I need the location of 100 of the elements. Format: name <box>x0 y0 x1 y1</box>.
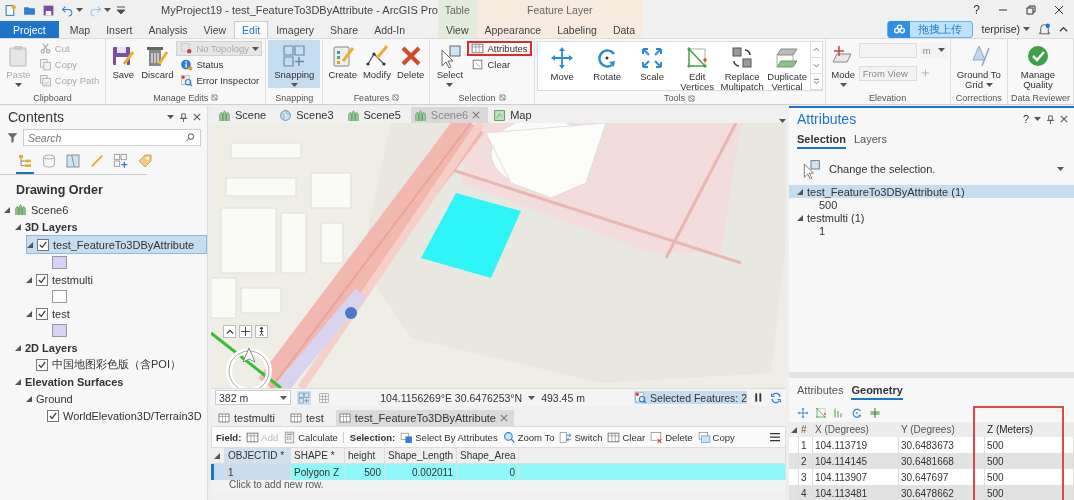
ribbon-button[interactable]: Rotate <box>584 42 630 90</box>
ribbon-tab[interactable]: Analysis <box>140 21 196 38</box>
feature-item[interactable]: 1 <box>819 224 826 237</box>
toolbar-button[interactable]: Calculate <box>283 430 338 444</box>
ribbon-tab[interactable]: Insert <box>98 21 141 38</box>
table-tab[interactable]: test <box>286 410 330 426</box>
layer-checkbox[interactable] <box>47 409 59 422</box>
layer-group-item[interactable]: 3D Layers <box>15 218 207 235</box>
ribbon-button[interactable]: Status <box>176 57 264 72</box>
table-tab[interactable]: testmulti <box>215 410 281 426</box>
ribbon-button[interactable]: Select <box>432 40 468 88</box>
ribbon-tab[interactable]: Data <box>604 21 644 38</box>
account-dropdown[interactable]: terprise) <box>981 23 1030 35</box>
document-tab[interactable]: Scene3 <box>276 107 342 123</box>
document-tab[interactable]: Scene <box>215 107 275 123</box>
ribbon-button[interactable]: Scale <box>629 42 675 90</box>
layer-item[interactable]: 中国地图彩色版（含POI） <box>26 356 207 373</box>
toolbar-button[interactable]: Clear <box>607 430 646 444</box>
ribbon-button[interactable]: Ground To Grid <box>952 40 1005 88</box>
ribbon-button[interactable]: Discard <box>138 40 177 88</box>
layer-group-item[interactable]: Elevation Surfaces <box>15 373 207 390</box>
refresh-button[interactable] <box>770 391 782 404</box>
ribbon-button[interactable]: Modify <box>359 40 394 88</box>
row-selector[interactable] <box>211 464 225 480</box>
ribbon-tab[interactable]: Map <box>61 21 99 38</box>
full-extent-button[interactable] <box>239 325 252 338</box>
close-button[interactable] <box>1054 5 1064 15</box>
ribbon-button[interactable]: Attributes <box>467 41 532 56</box>
column-header[interactable]: Y (Degrees) <box>899 422 985 437</box>
document-tab[interactable]: Map <box>490 107 540 123</box>
ribbon-button[interactable]: Create <box>325 40 360 88</box>
search-field[interactable]: Search <box>23 129 201 146</box>
layer-item[interactable]: Ground <box>26 390 207 407</box>
close-pane-button[interactable] <box>1060 115 1068 123</box>
ribbon-button[interactable]: Snapping <box>268 40 321 88</box>
table-tab[interactable]: test_FeatureTo3DByAttribute <box>335 410 514 426</box>
ribbon-button[interactable]: Duplicate Vertical <box>764 42 810 90</box>
ribbon-button[interactable]: Error Inspector <box>176 73 264 88</box>
toolbar-button[interactable]: Select By Attributes <box>400 430 498 444</box>
layer-checkbox[interactable] <box>36 358 48 371</box>
document-tab[interactable]: Scene5 <box>343 107 409 123</box>
pane-tab[interactable]: Layers <box>853 133 887 149</box>
ribbon-tab[interactable]: Imagery <box>268 21 323 38</box>
pane-tab[interactable]: Attributes <box>797 384 844 400</box>
layer-checkbox[interactable] <box>37 238 49 251</box>
ribbon-button[interactable]: Move <box>539 42 585 90</box>
scale-dropdown[interactable]: 382 m <box>215 390 291 405</box>
view-toggle-button[interactable] <box>16 152 34 174</box>
ribbon-button[interactable]: Manage Quality <box>1010 40 1066 88</box>
geometry-tool-button[interactable] <box>833 407 845 419</box>
restore-button[interactable] <box>1026 5 1036 15</box>
column-header[interactable]: OBJECTID * <box>225 448 291 464</box>
layer-item[interactable]: Scene6 <box>4 201 207 218</box>
geometry-tool-button[interactable] <box>797 407 809 419</box>
menu-button[interactable] <box>769 431 781 443</box>
ribbon-button[interactable]: Edit Vertices <box>674 42 720 90</box>
layer-item[interactable]: test <box>26 305 207 322</box>
geometry-tool-button[interactable] <box>815 407 827 419</box>
layer-checkbox[interactable] <box>36 273 48 286</box>
grid-toggle[interactable] <box>317 390 331 405</box>
layer-item[interactable]: test_FeatureTo3DByAttribute (1) <box>789 185 1074 198</box>
column-header[interactable]: X (Degrees) <box>813 422 899 437</box>
ribbon-button[interactable]: Clear <box>467 57 532 72</box>
layer-item[interactable]: WorldElevation3D/Terrain3D <box>37 407 207 424</box>
close-pane-button[interactable] <box>193 113 201 121</box>
ribbon-tab[interactable]: Add-In <box>366 21 414 38</box>
snapping-toggle[interactable] <box>297 390 311 405</box>
pane-tab[interactable]: Selection <box>797 133 846 149</box>
ribbon-tab[interactable]: View <box>195 21 235 38</box>
geometry-tool-button[interactable] <box>851 407 863 419</box>
feature-item[interactable]: 500 <box>819 198 838 211</box>
ribbon-button[interactable]: Save <box>108 40 139 88</box>
ribbon-tab[interactable]: View <box>437 21 477 38</box>
ribbon-tab[interactable]: Project <box>0 21 59 38</box>
ribbon-button[interactable]: Replace Multipatch <box>719 42 765 90</box>
toolbar-button[interactable]: Switch <box>559 430 603 444</box>
ribbon-button[interactable]: Mode <box>827 40 859 88</box>
column-header[interactable]: # <box>799 422 813 437</box>
ribbon-tab[interactable]: Share <box>322 21 367 38</box>
tilt-up-button[interactable] <box>223 325 236 338</box>
layer-item[interactable]: test_FeatureTo3DByAttribute <box>26 235 207 254</box>
toolbar-button[interactable]: Copy <box>697 430 735 444</box>
toolbar-button[interactable]: Delete <box>650 430 693 444</box>
layer-checkbox[interactable] <box>36 307 48 320</box>
ribbon-tab[interactable]: Appearance <box>476 21 550 38</box>
upload-button[interactable]: 拖拽上传 <box>887 20 974 38</box>
pause-button[interactable] <box>753 392 764 403</box>
column-header[interactable]: Z (Meters) <box>985 422 1074 437</box>
navigator-compass[interactable] <box>225 345 273 388</box>
ribbon-button[interactable]: Delete <box>393 40 428 88</box>
add-row-hint[interactable]: Click to add new row. <box>211 480 786 492</box>
geometry-tool-button[interactable] <box>869 407 881 419</box>
column-header[interactable]: SHAPE * <box>291 448 345 464</box>
pane-tab[interactable]: Geometry <box>851 384 903 400</box>
help-button[interactable]: ? <box>973 3 980 17</box>
layer-group-item[interactable]: 2D Layers <box>15 339 207 356</box>
toolbar-button[interactable]: Zoom To <box>502 430 555 444</box>
column-header[interactable]: Shape_Length <box>385 448 457 464</box>
walk-button[interactable] <box>255 325 268 338</box>
ribbon-tab[interactable]: Edit <box>234 21 269 38</box>
